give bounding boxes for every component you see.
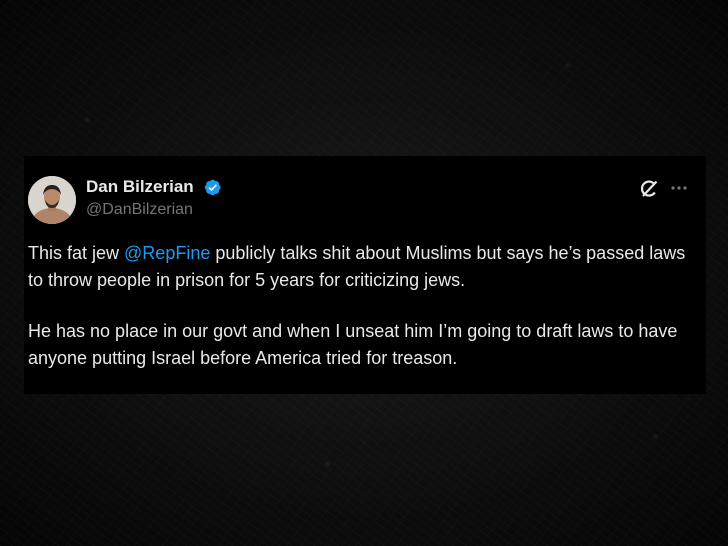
tweet-text-before-mention: This fat jew bbox=[28, 243, 125, 263]
grok-icon[interactable] bbox=[638, 178, 660, 200]
mention-link[interactable]: @RepFine bbox=[124, 243, 210, 263]
tweet-text: This fat jew @RepFine publicly talks shi… bbox=[28, 240, 700, 396]
author-name[interactable]: Dan Bilzerian bbox=[86, 177, 194, 197]
more-options-icon[interactable] bbox=[669, 180, 689, 196]
avatar-image bbox=[28, 176, 76, 224]
tweet-card: Dan Bilzerian @DanBilzerian This fat jew… bbox=[24, 156, 706, 394]
avatar[interactable] bbox=[28, 176, 76, 224]
tweet-paragraph-1: This fat jew @RepFine publicly talks shi… bbox=[28, 240, 700, 294]
verified-badge-icon bbox=[203, 178, 222, 197]
tweet-paragraph-2: He has no place in our govt and when I u… bbox=[28, 321, 678, 368]
author-handle[interactable]: @DanBilzerian bbox=[86, 201, 193, 219]
